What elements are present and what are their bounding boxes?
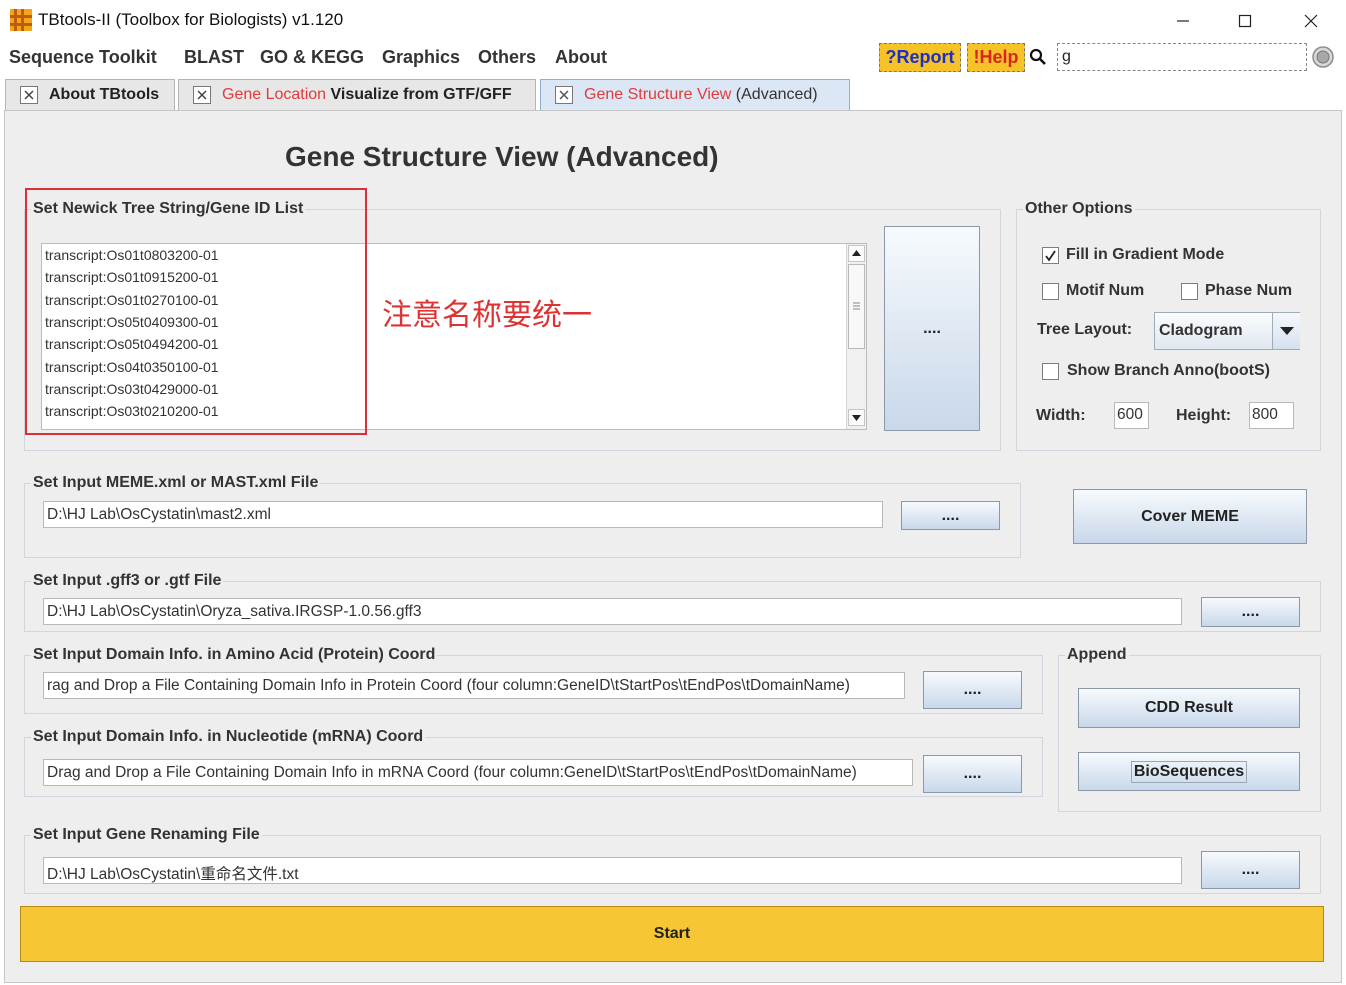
menu-graphics[interactable]: Graphics: [382, 47, 460, 68]
start-button[interactable]: Start: [20, 906, 1324, 962]
report-button[interactable]: ?Report: [879, 43, 961, 72]
gff-browse-button[interactable]: ....: [1201, 597, 1300, 627]
show-branch-label: Show Branch Anno(bootS): [1067, 362, 1270, 379]
domain-mrna-browse-button[interactable]: ....: [923, 755, 1022, 793]
menu-sequence-toolkit[interactable]: Sequence Toolkit: [9, 47, 157, 68]
tab-about-tbtools[interactable]: About TBtools: [5, 79, 175, 110]
motif-num-checkbox[interactable]: [1042, 283, 1059, 300]
domain-protein-input[interactable]: rag and Drop a File Containing Domain In…: [43, 672, 905, 699]
menu-others[interactable]: Others: [478, 47, 536, 68]
other-options-label: Other Options: [1025, 200, 1133, 217]
annotation-note: 注意名称要统一: [382, 299, 592, 332]
tab-gene-structure-view[interactable]: Gene Structure View (Advanced): [540, 79, 850, 110]
phase-num-label: Phase Num: [1205, 282, 1293, 299]
cdd-result-button[interactable]: CDD Result: [1078, 688, 1300, 728]
fill-gradient-checkbox[interactable]: [1042, 247, 1059, 264]
renaming-group-label: Set Input Gene Renaming File: [33, 826, 260, 843]
width-input[interactable]: 600: [1114, 402, 1149, 429]
tab-gene-location[interactable]: Gene Location Visualize from GTF/GFF: [178, 79, 536, 110]
domain-mrna-input[interactable]: Drag and Drop a File Containing Domain I…: [43, 759, 913, 786]
tree-layout-value: Cladogram: [1159, 322, 1243, 339]
search-icon[interactable]: [1029, 48, 1047, 71]
tab-close-icon[interactable]: [20, 86, 38, 104]
close-icon: [1304, 14, 1318, 28]
menu-blast[interactable]: BLAST: [184, 47, 244, 68]
phase-num-checkbox[interactable]: [1181, 283, 1198, 300]
maximize-icon: [1238, 14, 1252, 28]
grip-icon: [853, 302, 860, 310]
cover-meme-button[interactable]: Cover MEME: [1073, 489, 1307, 544]
tbtools-app-icon: [10, 9, 32, 31]
height-input[interactable]: 800: [1249, 402, 1294, 429]
settings-orb-icon[interactable]: [1311, 45, 1335, 74]
tree-layout-label: Tree Layout:: [1037, 321, 1133, 338]
tab-label-highlight: Gene Structure View: [584, 86, 732, 103]
biosequences-label: BioSequences: [1130, 760, 1248, 783]
meme-group-label: Set Input MEME.xml or MAST.xml File: [33, 474, 319, 491]
tree-layout-select[interactable]: Cladogram: [1154, 312, 1300, 350]
menu-go-kegg[interactable]: GO & KEGG: [260, 47, 364, 68]
checkmark-icon: [1045, 250, 1056, 262]
domain-protein-browse-button[interactable]: ....: [923, 671, 1022, 709]
height-label: Height:: [1176, 407, 1232, 424]
scroll-down-button[interactable]: [848, 409, 865, 426]
tab-close-icon[interactable]: [555, 86, 573, 104]
renaming-browse-button[interactable]: ....: [1201, 851, 1300, 889]
vertical-scrollbar[interactable]: [846, 244, 866, 429]
domain-mrna-label: Set Input Domain Info. in Nucleotide (mR…: [33, 728, 424, 745]
maximize-button[interactable]: [1222, 6, 1268, 36]
width-label: Width:: [1036, 407, 1086, 424]
help-button[interactable]: !Help: [967, 43, 1025, 72]
meme-file-input[interactable]: D:\HJ Lab\OsCystatin\mast2.xml: [43, 501, 883, 528]
renaming-file-input[interactable]: D:\HJ Lab\OsCystatin\重命名文件.txt: [43, 857, 1182, 884]
minimize-icon: [1177, 20, 1189, 22]
annotation-highlight-box: [25, 188, 367, 435]
tab-label: Visualize from GTF/GFF: [326, 86, 512, 103]
show-branch-checkbox[interactable]: [1042, 363, 1059, 380]
scroll-up-icon: [852, 250, 861, 256]
scroll-thumb[interactable]: [848, 264, 865, 349]
scroll-down-icon: [852, 415, 861, 421]
tab-label-highlight: Gene Location: [222, 86, 327, 103]
newick-browse-button[interactable]: ....: [884, 226, 980, 431]
tab-label: About TBtools: [49, 86, 160, 103]
append-group-label: Append: [1067, 646, 1127, 663]
page-title: Gene Structure View (Advanced): [285, 141, 719, 172]
fill-gradient-label: Fill in Gradient Mode: [1066, 246, 1225, 263]
motif-num-label: Motif Num: [1066, 282, 1145, 299]
close-button[interactable]: [1288, 6, 1334, 36]
chevron-down-icon: [1280, 327, 1294, 335]
dropdown-button[interactable]: [1272, 313, 1300, 349]
domain-protein-label: Set Input Domain Info. in Amino Acid (Pr…: [33, 646, 436, 663]
search-input[interactable]: g: [1057, 43, 1307, 71]
minimize-button[interactable]: [1160, 6, 1206, 36]
meme-browse-button[interactable]: ....: [901, 501, 1000, 530]
gff-group-label: Set Input .gff3 or .gtf File: [33, 572, 222, 589]
biosequences-button[interactable]: BioSequences: [1078, 752, 1300, 791]
scroll-up-button[interactable]: [848, 245, 865, 262]
gff-file-input[interactable]: D:\HJ Lab\OsCystatin\Oryza_sativa.IRGSP-…: [43, 598, 1182, 625]
tab-label: (Advanced): [731, 86, 818, 103]
tab-close-icon[interactable]: [193, 86, 211, 104]
window-title: TBtools-II (Toolbox for Biologists) v1.1…: [38, 10, 344, 29]
menu-about[interactable]: About: [555, 47, 607, 68]
